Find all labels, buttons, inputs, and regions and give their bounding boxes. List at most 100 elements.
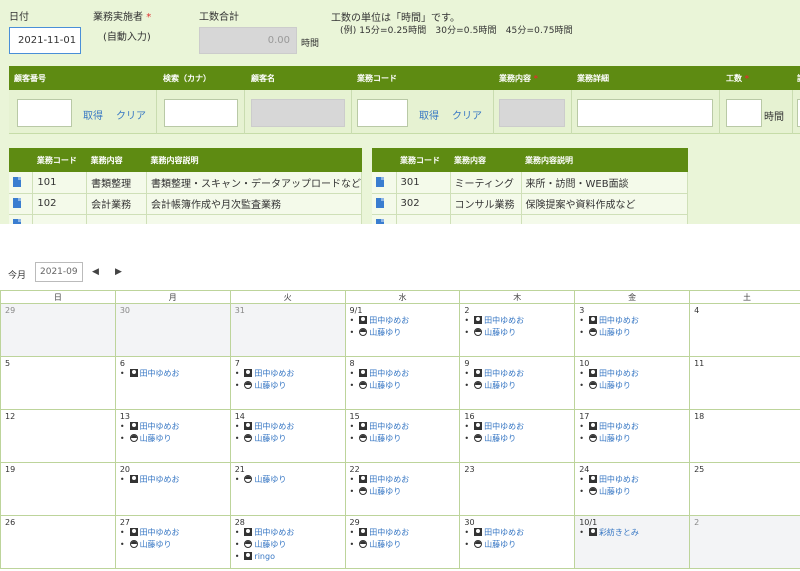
work-code-input[interactable] [357,99,408,127]
work-fetch-link[interactable]: 取得 [419,107,439,122]
calendar-day[interactable]: 9/1 • 田中ゆめお • 山藤ゆり [344,303,461,357]
calendar-event[interactable]: • 山藤ゆり [464,380,570,392]
calendar-day[interactable]: 12 [0,409,116,463]
calendar-event[interactable]: • 山藤ゆり [579,327,685,339]
calendar-day[interactable]: 16 • 田中ゆめお • 山藤ゆり [459,409,576,463]
table-row[interactable]: 101 書類整理 書類整理・スキャン・データアップロードなど [9,172,362,194]
calendar-day[interactable]: 30 • 田中ゆめお • 山藤ゆり [459,515,576,569]
calendar-event[interactable]: • 山藤ゆり [579,486,685,498]
document-icon[interactable] [376,176,384,187]
prev-month-icon[interactable]: ◀ [92,267,99,277]
document-icon[interactable] [376,198,384,208]
customer-clear-link[interactable]: クリア [116,107,146,122]
calendar-event[interactable]: • 田中ゆめお [464,315,570,327]
calendar-event[interactable]: • 田中ゆめお [350,315,456,327]
calendar-day[interactable]: 7 • 田中ゆめお • 山藤ゆり [229,356,346,410]
table-row[interactable]: 102 会計業務 会計帳簿作成や月次監査業務 [9,193,362,215]
calendar-day[interactable]: 2 • 田中ゆめお • 山藤ゆり [459,303,576,357]
this-month-button[interactable]: 今月 [8,268,26,281]
month-selector[interactable]: 2021-09 [35,262,83,282]
calendar-day[interactable]: 8 • 田中ゆめお • 山藤ゆり [344,356,461,410]
calendar-day[interactable]: 23 [459,462,576,516]
calendar-day[interactable]: 3 • 田中ゆめお • 山藤ゆり [574,303,691,357]
calendar-event[interactable]: • 田中ゆめお [120,474,226,486]
calendar-event[interactable]: • 田中ゆめお [120,368,226,380]
calendar-day[interactable]: 21 • 山藤ゆり [229,462,346,516]
document-icon[interactable] [376,219,384,224]
calendar-day[interactable]: 5 [0,356,116,410]
calendar-day[interactable]: 22 • 田中ゆめお • 山藤ゆり [344,462,461,516]
calendar-event[interactable]: • 田中ゆめお [120,421,226,433]
calendar-event[interactable]: • 田中ゆめお [579,368,685,380]
calendar-day[interactable]: 10/1 • 彩紡きとみ [574,515,691,569]
next-month-icon[interactable]: ▶ [115,267,122,277]
document-icon[interactable] [13,198,21,208]
calendar-event[interactable]: • 山藤ゆり [235,539,341,551]
document-icon[interactable] [13,219,21,224]
calendar-event[interactable]: • 田中ゆめお [350,527,456,539]
calendar-event[interactable]: • 山藤ゆり [235,474,341,486]
calendar-event[interactable]: • 田中ゆめお [579,474,685,486]
calendar-day[interactable]: 4 [689,303,800,357]
work-detail-input[interactable] [577,99,713,127]
calendar-day[interactable]: 19 [0,462,116,516]
calendar-event[interactable]: • 山藤ゆり [235,433,341,445]
calendar-event[interactable]: • 田中ゆめお [579,421,685,433]
calendar-event[interactable]: • 彩紡きとみ [579,527,685,539]
calendar-event[interactable]: • 山藤ゆり [579,433,685,445]
calendar-day[interactable]: 29 [0,303,116,357]
calendar-day[interactable]: 18 [689,409,800,463]
calendar-event[interactable]: • 田中ゆめお [464,421,570,433]
calendar-event[interactable]: • 田中ゆめお [464,368,570,380]
calendar-day[interactable]: 26 [0,515,116,569]
calendar-event[interactable]: • 田中ゆめお [350,368,456,380]
calendar-event[interactable]: • 田中ゆめお [464,527,570,539]
calendar-day[interactable]: 2 [689,515,800,569]
calendar-day[interactable]: 15 • 田中ゆめお • 山藤ゆり [344,409,461,463]
calendar-event[interactable]: • 田中ゆめお [120,527,226,539]
calendar-day[interactable]: 27 • 田中ゆめお • 山藤ゆり [114,515,231,569]
table-row[interactable] [9,214,362,224]
calendar-event[interactable]: • 山藤ゆり [350,380,456,392]
calendar-event[interactable]: • 田中ゆめお [235,421,341,433]
search-kana-input[interactable] [164,99,238,127]
calendar-event[interactable]: • 山藤ゆり [120,539,226,551]
calendar-event[interactable]: • 山藤ゆり [579,380,685,392]
table-row[interactable] [372,214,688,224]
calendar-event[interactable]: • 田中ゆめお [579,315,685,327]
calendar-event[interactable]: • 田中ゆめお [350,421,456,433]
calendar-event[interactable]: • 山藤ゆり [350,327,456,339]
calendar-day[interactable]: 25 [689,462,800,516]
calendar-day[interactable]: 30 [114,303,231,357]
calendar-day[interactable]: 14 • 田中ゆめお • 山藤ゆり [229,409,346,463]
calendar-day[interactable]: 10 • 田中ゆめお • 山藤ゆり [574,356,691,410]
calendar-day[interactable]: 9 • 田中ゆめお • 山藤ゆり [459,356,576,410]
calendar-event[interactable]: • 山藤ゆり [464,539,570,551]
calendar-event[interactable]: • 山藤ゆり [350,539,456,551]
hours-input[interactable] [726,99,762,127]
calendar-day[interactable]: 11 [689,356,800,410]
date-input[interactable]: 2021-11-01 [9,27,81,54]
calendar-day[interactable]: 31 [229,303,346,357]
table-row[interactable]: 301 ミーティング 来所・訪問・WEB面談 [372,172,688,194]
calendar-day[interactable]: 24 • 田中ゆめお • 山藤ゆり [574,462,691,516]
calendar-day[interactable]: 6 • 田中ゆめお [114,356,231,410]
calendar-day[interactable]: 13 • 田中ゆめお • 山藤ゆり [114,409,231,463]
calendar-event[interactable]: • 田中ゆめお [235,368,341,380]
calendar-event[interactable]: • 山藤ゆり [350,433,456,445]
calendar-event[interactable]: • 田中ゆめお [235,527,341,539]
calendar-event[interactable]: • ringo [235,551,341,563]
customer-no-input[interactable] [17,99,72,127]
calendar-event[interactable]: • 山藤ゆり [350,486,456,498]
document-icon[interactable] [13,176,21,187]
table-row[interactable]: 302 コンサル業務 保険提案や資料作成など [372,193,688,215]
calendar-day[interactable]: 29 • 田中ゆめお • 山藤ゆり [344,515,461,569]
calendar-event[interactable]: • 山藤ゆり [120,433,226,445]
calendar-event[interactable]: • 田中ゆめお [350,474,456,486]
calendar-day[interactable]: 20 • 田中ゆめお [114,462,231,516]
calendar-event[interactable]: • 山藤ゆり [235,380,341,392]
calendar-event[interactable]: • 山藤ゆり [464,327,570,339]
calendar-event[interactable]: • 山藤ゆり [464,433,570,445]
work-clear-link[interactable]: クリア [452,107,482,122]
customer-fetch-link[interactable]: 取得 [83,107,103,122]
